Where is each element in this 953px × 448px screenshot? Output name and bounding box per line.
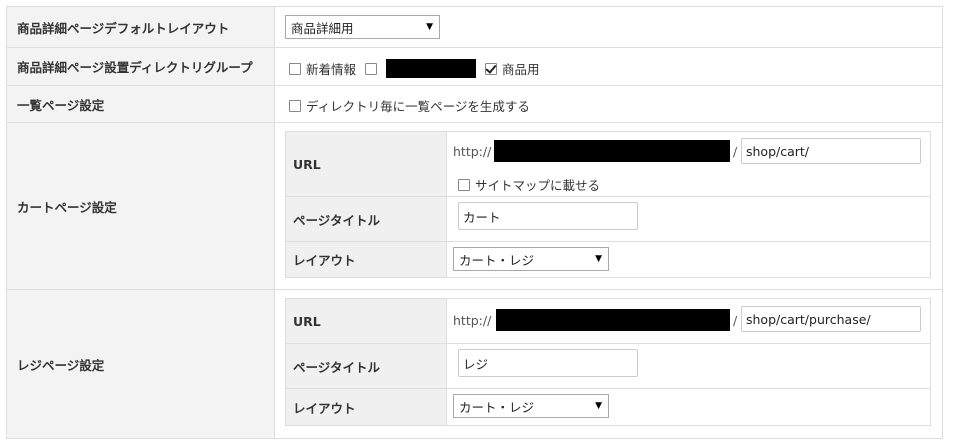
register-url-row: URL http:// / shop/cart/purchase/ — [286, 299, 930, 344]
checkbox-checked-icon[interactable] — [485, 62, 498, 75]
checkbox-icon[interactable] — [289, 99, 301, 112]
checkbox-label: 新着情報 — [306, 62, 357, 77]
dropdown-caret-icon: ▼ — [595, 254, 602, 264]
dropdown-caret-icon: ▼ — [595, 401, 602, 411]
row-directory-group: 商品詳細ページ設置ディレクトリグループ 新着情報 商品用 — [7, 48, 942, 86]
url-label: URL — [286, 132, 447, 196]
dropdown-caret-icon: ▼ — [426, 22, 433, 32]
url-slash: / — [733, 144, 738, 159]
directory-option-products[interactable]: 商品用 — [485, 59, 540, 78]
directory-option-redacted[interactable] — [365, 59, 477, 78]
url-label: URL — [286, 299, 447, 343]
settings-table: 商品詳細ページデフォルトレイアウト 商品詳細用 ▼ 商品詳細ページ設置ディレクト… — [6, 6, 943, 439]
url-prefix: http:// — [453, 313, 492, 328]
cart-title-row: ページタイトル カート — [286, 197, 930, 242]
redacted-domain — [496, 309, 730, 331]
generate-list-page-checkbox[interactable]: ディレクトリ毎に一覧ページを生成する — [289, 96, 530, 115]
checkbox-label: ディレクトリ毎に一覧ページを生成する — [306, 99, 530, 114]
cart-url-input[interactable]: shop/cart/ — [741, 138, 921, 164]
checkbox-icon[interactable] — [365, 62, 378, 75]
row-label: カートページ設定 — [7, 123, 275, 289]
row-cart-page: カートページ設定 URL http:// / shop/cart/ サイトマップ… — [7, 123, 942, 290]
row-label: 商品詳細ページデフォルトレイアウト — [7, 7, 275, 47]
row-value: ディレクトリ毎に一覧ページを生成する — [276, 86, 942, 122]
checkbox-label: サイトマップに載せる — [475, 178, 601, 193]
select-value: カート・レジ — [459, 252, 535, 268]
title-value-cell: レジ — [448, 344, 930, 388]
cart-url-row: URL http:// / shop/cart/ サイトマップに載せる — [286, 132, 930, 197]
url-slash: / — [733, 313, 738, 328]
url-value-cell: http:// / shop/cart/purchase/ — [448, 299, 930, 343]
directory-option-new-info[interactable]: 新着情報 — [289, 59, 356, 78]
redacted-block — [386, 59, 477, 78]
cart-layout-select[interactable]: カート・レジ ▼ — [453, 247, 609, 271]
redacted-domain — [494, 140, 730, 162]
row-label: レジページ設定 — [7, 290, 275, 438]
layout-label: レイアウト — [286, 389, 447, 425]
cart-layout-row: レイアウト カート・レジ ▼ — [286, 242, 930, 277]
register-settings-table: URL http:// / shop/cart/purchase/ ページタイト… — [285, 298, 931, 426]
layout-label: レイアウト — [286, 242, 447, 277]
url-prefix: http:// — [453, 144, 492, 159]
select-value: 商品詳細用 — [291, 20, 354, 36]
row-default-layout: 商品詳細ページデフォルトレイアウト 商品詳細用 ▼ — [7, 7, 942, 48]
register-layout-select[interactable]: カート・レジ ▼ — [453, 394, 609, 418]
row-label: 商品詳細ページ設置ディレクトリグループ — [7, 48, 275, 85]
register-title-input[interactable]: レジ — [458, 349, 638, 377]
url-value-cell: http:// / shop/cart/ サイトマップに載せる — [448, 132, 930, 196]
title-label: ページタイトル — [286, 344, 447, 388]
directory-group-options: 新着情報 商品用 — [289, 59, 540, 78]
title-label: ページタイトル — [286, 197, 447, 241]
register-url-input[interactable]: shop/cart/purchase/ — [741, 306, 921, 332]
checkbox-icon[interactable] — [289, 62, 301, 75]
cart-title-input[interactable]: カート — [458, 202, 638, 230]
checkbox-label: 商品用 — [502, 62, 540, 77]
register-layout-row: レイアウト カート・レジ ▼ — [286, 389, 930, 425]
row-label: 一覧ページ設定 — [7, 86, 275, 122]
row-value: 商品詳細用 ▼ — [276, 7, 942, 47]
select-value: カート・レジ — [459, 399, 535, 415]
row-value: URL http:// / shop/cart/ サイトマップに載せる ページタ… — [276, 123, 942, 289]
layout-value-cell: カート・レジ ▼ — [448, 389, 930, 425]
checkbox-icon[interactable] — [458, 178, 470, 191]
default-layout-select[interactable]: 商品詳細用 ▼ — [285, 15, 440, 39]
row-list-page: 一覧ページ設定 ディレクトリ毎に一覧ページを生成する — [7, 86, 942, 123]
register-title-row: ページタイトル レジ — [286, 344, 930, 389]
sitemap-checkbox[interactable]: サイトマップに載せる — [458, 175, 600, 194]
row-register-page: レジページ設定 URL http:// / shop/cart/purchase… — [7, 290, 942, 438]
title-value-cell: カート — [448, 197, 930, 241]
layout-value-cell: カート・レジ ▼ — [448, 242, 930, 277]
row-value: 新着情報 商品用 — [276, 48, 942, 85]
cart-settings-table: URL http:// / shop/cart/ サイトマップに載せる ページタ… — [285, 131, 931, 278]
row-value: URL http:// / shop/cart/purchase/ ページタイト… — [276, 290, 942, 438]
